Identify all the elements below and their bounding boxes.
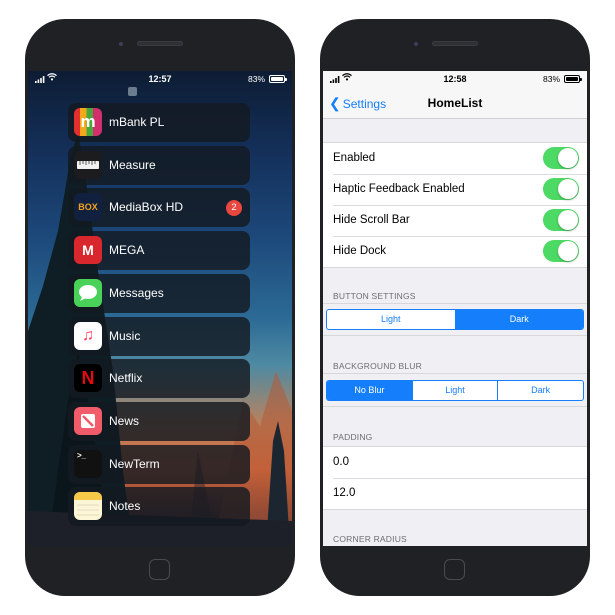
list-item[interactable]: ♫ Music	[68, 316, 250, 356]
background-blur-header: BACKGROUND BLUR	[333, 361, 422, 371]
status-bar: 12:57 83%	[28, 71, 292, 88]
icon-glyph: ♫	[82, 326, 94, 344]
home-button[interactable]	[444, 559, 465, 580]
list-item[interactable]: m mBank PL	[68, 103, 250, 142]
battery-icon	[269, 75, 287, 83]
mediabox-icon: BOX	[74, 193, 102, 222]
background-blur-option-light[interactable]: Light	[411, 381, 498, 400]
earpiece-speaker	[137, 41, 183, 46]
app-label: Netflix	[109, 371, 143, 386]
list-item[interactable]: >_ NewTerm	[68, 444, 250, 484]
toggle-row: Enabled	[323, 143, 587, 174]
toggle-group: Enabled Haptic Feedback Enabled Hide Scrol…	[323, 142, 587, 268]
notification-badge: 2	[226, 200, 242, 217]
list-item[interactable]: N Netflix	[68, 359, 250, 399]
left-phone-frame: 12:57 83% m mBank PL Measure BOX MediaBox HD…	[25, 19, 295, 596]
status-bar: 12:58 83%	[323, 71, 587, 88]
toggle-switch[interactable]	[543, 178, 579, 200]
padding-value-row[interactable]: 0.0	[323, 447, 587, 478]
mbank-icon: m	[74, 108, 102, 136]
page-title: HomeList	[427, 96, 483, 110]
app-label: Measure	[109, 157, 156, 172]
divider	[323, 406, 587, 407]
toggle-row: Hide Dock	[323, 236, 587, 267]
icon-glyph: N	[81, 368, 95, 389]
app-label: News	[109, 413, 140, 428]
app-label: MediaBox HD	[109, 200, 184, 215]
divider	[323, 303, 587, 304]
app-label: mBank PL	[109, 115, 165, 129]
toggle-knob	[558, 210, 578, 230]
app-label: NewTerm	[109, 456, 160, 471]
divider	[323, 373, 587, 374]
app-label: Messages	[109, 285, 164, 300]
maps-icon	[128, 87, 137, 96]
navigation-bar: ❮ Settings HomeList	[323, 88, 587, 119]
button-settings-option-dark[interactable]: Dark	[454, 310, 583, 329]
toggle-label: Hide Scroll Bar	[333, 214, 410, 226]
icon-glyph: m	[80, 112, 96, 131]
battery-percent: 83%	[247, 74, 265, 84]
camera-icon	[119, 42, 123, 46]
toggle-label: Haptic Feedback Enabled	[333, 183, 465, 195]
app-label: Music	[109, 328, 141, 343]
settings-screen: 12:58 83% ❮ Settings HomeList Enabled Hapt…	[323, 71, 587, 546]
background-blur-option-dark[interactable]: Dark	[497, 381, 583, 400]
maps-widget-hint	[128, 87, 140, 96]
list-item[interactable]: M MEGA	[68, 231, 250, 271]
mega-icon: M	[74, 236, 102, 265]
icon-glyph: >_	[77, 450, 87, 460]
home-button[interactable]	[149, 559, 170, 580]
toggle-switch[interactable]	[543, 209, 579, 231]
camera-icon	[414, 42, 418, 46]
toggle-switch[interactable]	[543, 147, 579, 169]
battery-icon	[564, 75, 582, 83]
toggle-knob	[558, 148, 578, 168]
list-item[interactable]: Notes	[68, 487, 250, 527]
padding-header: PADDING	[333, 432, 373, 442]
padding-value: 0.0	[333, 456, 349, 468]
messages-icon	[74, 278, 102, 307]
toggle-knob	[558, 241, 578, 261]
padding-group: 0.0 12.0	[323, 446, 587, 510]
left-phone-screen: 12:57 83% m mBank PL Measure BOX MediaBox HD…	[28, 71, 292, 546]
toggle-knob	[558, 179, 578, 199]
news-icon	[74, 406, 102, 435]
measure-icon	[74, 150, 102, 179]
toggle-row: Haptic Feedback Enabled	[323, 174, 587, 205]
earpiece-speaker	[432, 41, 478, 46]
icon-glyph: BOX	[78, 202, 98, 213]
icon-glyph: M	[82, 242, 94, 259]
terminal-icon: >_	[74, 449, 102, 478]
right-phone-frame: 12:58 83% ❮ Settings HomeList Enabled Hapt…	[320, 19, 590, 596]
notes-icon	[74, 492, 102, 521]
padding-value: 12.0	[333, 487, 356, 499]
list-item[interactable]: News	[68, 401, 250, 441]
toggle-switch[interactable]	[543, 240, 579, 262]
background-blur-segment: No Blur Light Dark	[326, 380, 584, 401]
list-item[interactable]: Messages	[68, 273, 250, 313]
app-label: MEGA	[109, 243, 145, 258]
button-settings-header: BUTTON SETTINGS	[333, 291, 416, 301]
list-item[interactable]: BOX MediaBox HD 2	[68, 188, 250, 228]
button-settings-option-light[interactable]: Light	[327, 310, 455, 329]
divider	[323, 335, 587, 336]
toggle-label: Hide Dock	[333, 245, 387, 257]
toggle-row: Hide Scroll Bar	[323, 205, 587, 236]
button-settings-segment: Light Dark	[326, 309, 584, 330]
padding-value-row[interactable]: 12.0	[323, 478, 587, 509]
corner-radius-header: CORNER RADIUS	[333, 534, 407, 544]
music-icon: ♫	[74, 321, 102, 350]
battery-percent: 83%	[542, 74, 560, 84]
toggle-label: Enabled	[333, 152, 376, 164]
background-blur-option-no-blur[interactable]: No Blur	[327, 381, 412, 400]
app-label: Notes	[109, 499, 141, 514]
list-item[interactable]: Measure	[68, 145, 250, 185]
netflix-icon: N	[74, 364, 102, 393]
